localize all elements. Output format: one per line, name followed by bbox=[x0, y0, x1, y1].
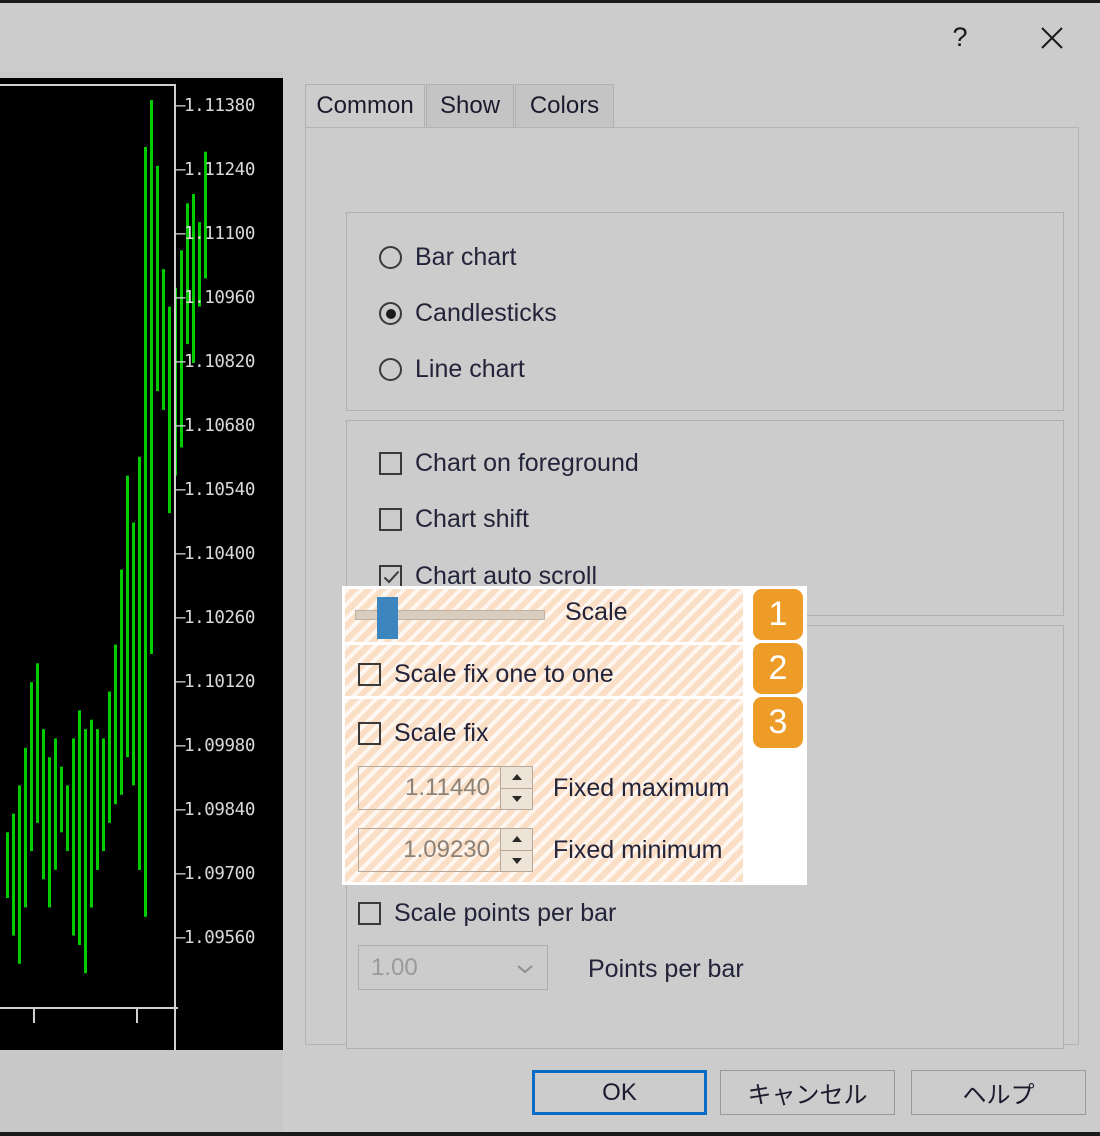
fixed-minimum-input[interactable]: 1.09230 bbox=[358, 828, 501, 872]
points-per-bar-value: 1.00 bbox=[371, 954, 418, 982]
fixed-maximum-input[interactable]: 1.11440 bbox=[358, 766, 501, 810]
fixed-maximum-label: Fixed maximum bbox=[553, 774, 729, 803]
x-tick-mark bbox=[33, 1009, 35, 1023]
points-per-bar-label: Points per bar bbox=[588, 955, 744, 984]
radio-indicator bbox=[379, 302, 402, 325]
y-tick-label: –1.10400 bbox=[184, 544, 255, 564]
y-tick-label: –1.09980 bbox=[184, 736, 255, 756]
y-tick-label: –1.10820 bbox=[184, 352, 255, 372]
fixed-minimum-stepper[interactable] bbox=[501, 828, 533, 872]
fixed-minimum-label: Fixed minimum bbox=[553, 836, 722, 865]
checkbox-indicator bbox=[358, 722, 381, 745]
y-tick-label: –1.10680 bbox=[184, 416, 255, 436]
window-bottom-edge bbox=[0, 1132, 1100, 1136]
checkbox-indicator bbox=[379, 452, 402, 475]
y-tick-label: –1.10540 bbox=[184, 480, 255, 500]
scale-slider-label: Scale bbox=[565, 598, 628, 627]
checkbox-label: Scale fix bbox=[394, 719, 488, 748]
x-tick-mark bbox=[136, 1009, 138, 1023]
y-tick-label: –1.09700 bbox=[184, 864, 255, 884]
badge-step-2: 2 bbox=[753, 643, 803, 694]
checkbox-chart-shift[interactable]: Chart shift bbox=[379, 505, 529, 534]
checkbox-indicator bbox=[379, 508, 402, 531]
help-button[interactable]: ヘルプ bbox=[911, 1070, 1086, 1115]
y-tick-label: –1.09560 bbox=[184, 928, 255, 948]
chart-plot-frame bbox=[0, 84, 176, 1050]
radio-bar-chart[interactable]: Bar chart bbox=[379, 243, 516, 272]
checkbox-scale-points-per-bar[interactable]: Scale points per bar bbox=[358, 899, 616, 928]
y-tick-label: –1.10960 bbox=[184, 288, 255, 308]
points-per-bar-select[interactable]: 1.00 bbox=[358, 945, 548, 990]
stepper-down-icon[interactable] bbox=[501, 789, 532, 810]
title-bar: ? bbox=[0, 3, 1100, 72]
checkbox-label: Chart on foreground bbox=[415, 449, 639, 478]
radio-label: Line chart bbox=[415, 355, 525, 384]
scale-slider[interactable] bbox=[355, 598, 550, 628]
chevron-down-icon bbox=[515, 954, 535, 982]
y-tick-label: –1.10260 bbox=[184, 608, 255, 628]
chart-properties-dialog: ? –1.11380 –1.11240 –1.11100 –1.10960 –1.108… bbox=[0, 0, 1100, 1136]
checkbox-scale-fix[interactable]: Scale fix bbox=[358, 719, 488, 748]
radio-indicator bbox=[379, 358, 402, 381]
radio-indicator bbox=[379, 246, 402, 269]
fixed-maximum-row: 1.11440 Fixed maximum bbox=[358, 766, 729, 810]
chart-preview: –1.11380 –1.11240 –1.11100 –1.10960 –1.10820… bbox=[0, 78, 283, 1050]
y-tick-label: –1.11100 bbox=[184, 224, 255, 244]
dialog-footer: OK キャンセル ヘルプ bbox=[283, 1060, 1100, 1132]
badge-step-1: 1 bbox=[753, 589, 803, 640]
close-icon[interactable] bbox=[1022, 3, 1082, 72]
radio-candlesticks[interactable]: Candlesticks bbox=[379, 299, 557, 328]
radio-label: Bar chart bbox=[415, 243, 516, 272]
fixed-minimum-row: 1.09230 Fixed minimum bbox=[358, 828, 722, 872]
y-tick-label: –1.10120 bbox=[184, 672, 255, 692]
checkbox-label: Scale fix one to one bbox=[394, 660, 614, 689]
checkbox-chart-on-foreground[interactable]: Chart on foreground bbox=[379, 449, 639, 478]
stepper-up-icon[interactable] bbox=[501, 767, 532, 789]
ok-button[interactable]: OK bbox=[532, 1070, 707, 1115]
tab-common[interactable]: Common bbox=[305, 84, 425, 128]
tab-colors[interactable]: Colors bbox=[515, 84, 614, 128]
y-tick-label: –1.11240 bbox=[184, 160, 255, 180]
slider-thumb[interactable] bbox=[377, 597, 398, 639]
radio-line-chart[interactable]: Line chart bbox=[379, 355, 525, 384]
y-tick-label: –1.09840 bbox=[184, 800, 255, 820]
help-icon[interactable]: ? bbox=[930, 3, 990, 72]
checkbox-indicator bbox=[358, 663, 381, 686]
stepper-down-icon[interactable] bbox=[501, 851, 532, 872]
checkbox-indicator bbox=[379, 565, 402, 588]
checkbox-indicator bbox=[358, 902, 381, 925]
checkbox-label: Chart shift bbox=[415, 505, 529, 534]
checkbox-label: Scale points per bar bbox=[394, 899, 616, 928]
radio-label: Candlesticks bbox=[415, 299, 557, 328]
cancel-button[interactable]: キャンセル bbox=[720, 1070, 895, 1115]
stepper-up-icon[interactable] bbox=[501, 829, 532, 851]
fixed-maximum-stepper[interactable] bbox=[501, 766, 533, 810]
tab-show[interactable]: Show bbox=[426, 84, 514, 128]
y-tick-label: –1.11380 bbox=[184, 96, 255, 116]
checkbox-scale-fix-one-to-one[interactable]: Scale fix one to one bbox=[358, 660, 614, 689]
chart-x-axis-line bbox=[0, 1007, 178, 1009]
badge-step-3: 3 bbox=[753, 697, 803, 748]
